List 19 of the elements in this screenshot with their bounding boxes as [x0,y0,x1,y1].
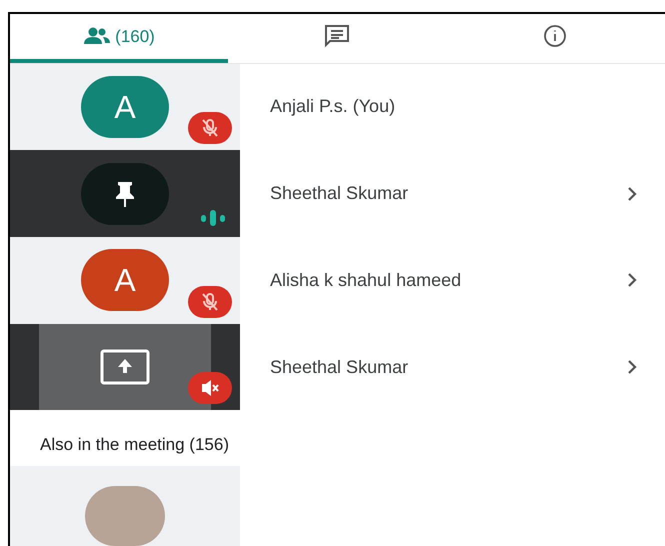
participant-name: Sheethal Skumar [270,356,410,378]
speaker-off-icon [188,372,232,404]
audio-level-icon [200,208,226,227]
participant-name: Sheethal Skumar [270,182,410,206]
mic-off-icon [188,112,232,144]
mic-off-icon [188,286,232,318]
chat-icon [324,24,350,48]
participant-name: Anjali P.s. (You) [270,95,396,118]
present-icon [100,349,150,385]
chevron-right-icon[interactable] [627,186,637,202]
people-icon [83,27,112,46]
participant-name: Alisha k shahul hameed [270,268,462,292]
chevron-right-icon[interactable] [627,272,637,288]
avatar: A [81,249,169,312]
pin-icon [113,180,137,208]
info-icon [543,24,567,48]
section-heading: Also in the meeting (156) [40,434,229,456]
chevron-right-icon[interactable] [627,359,637,375]
avatar: A [81,76,169,138]
